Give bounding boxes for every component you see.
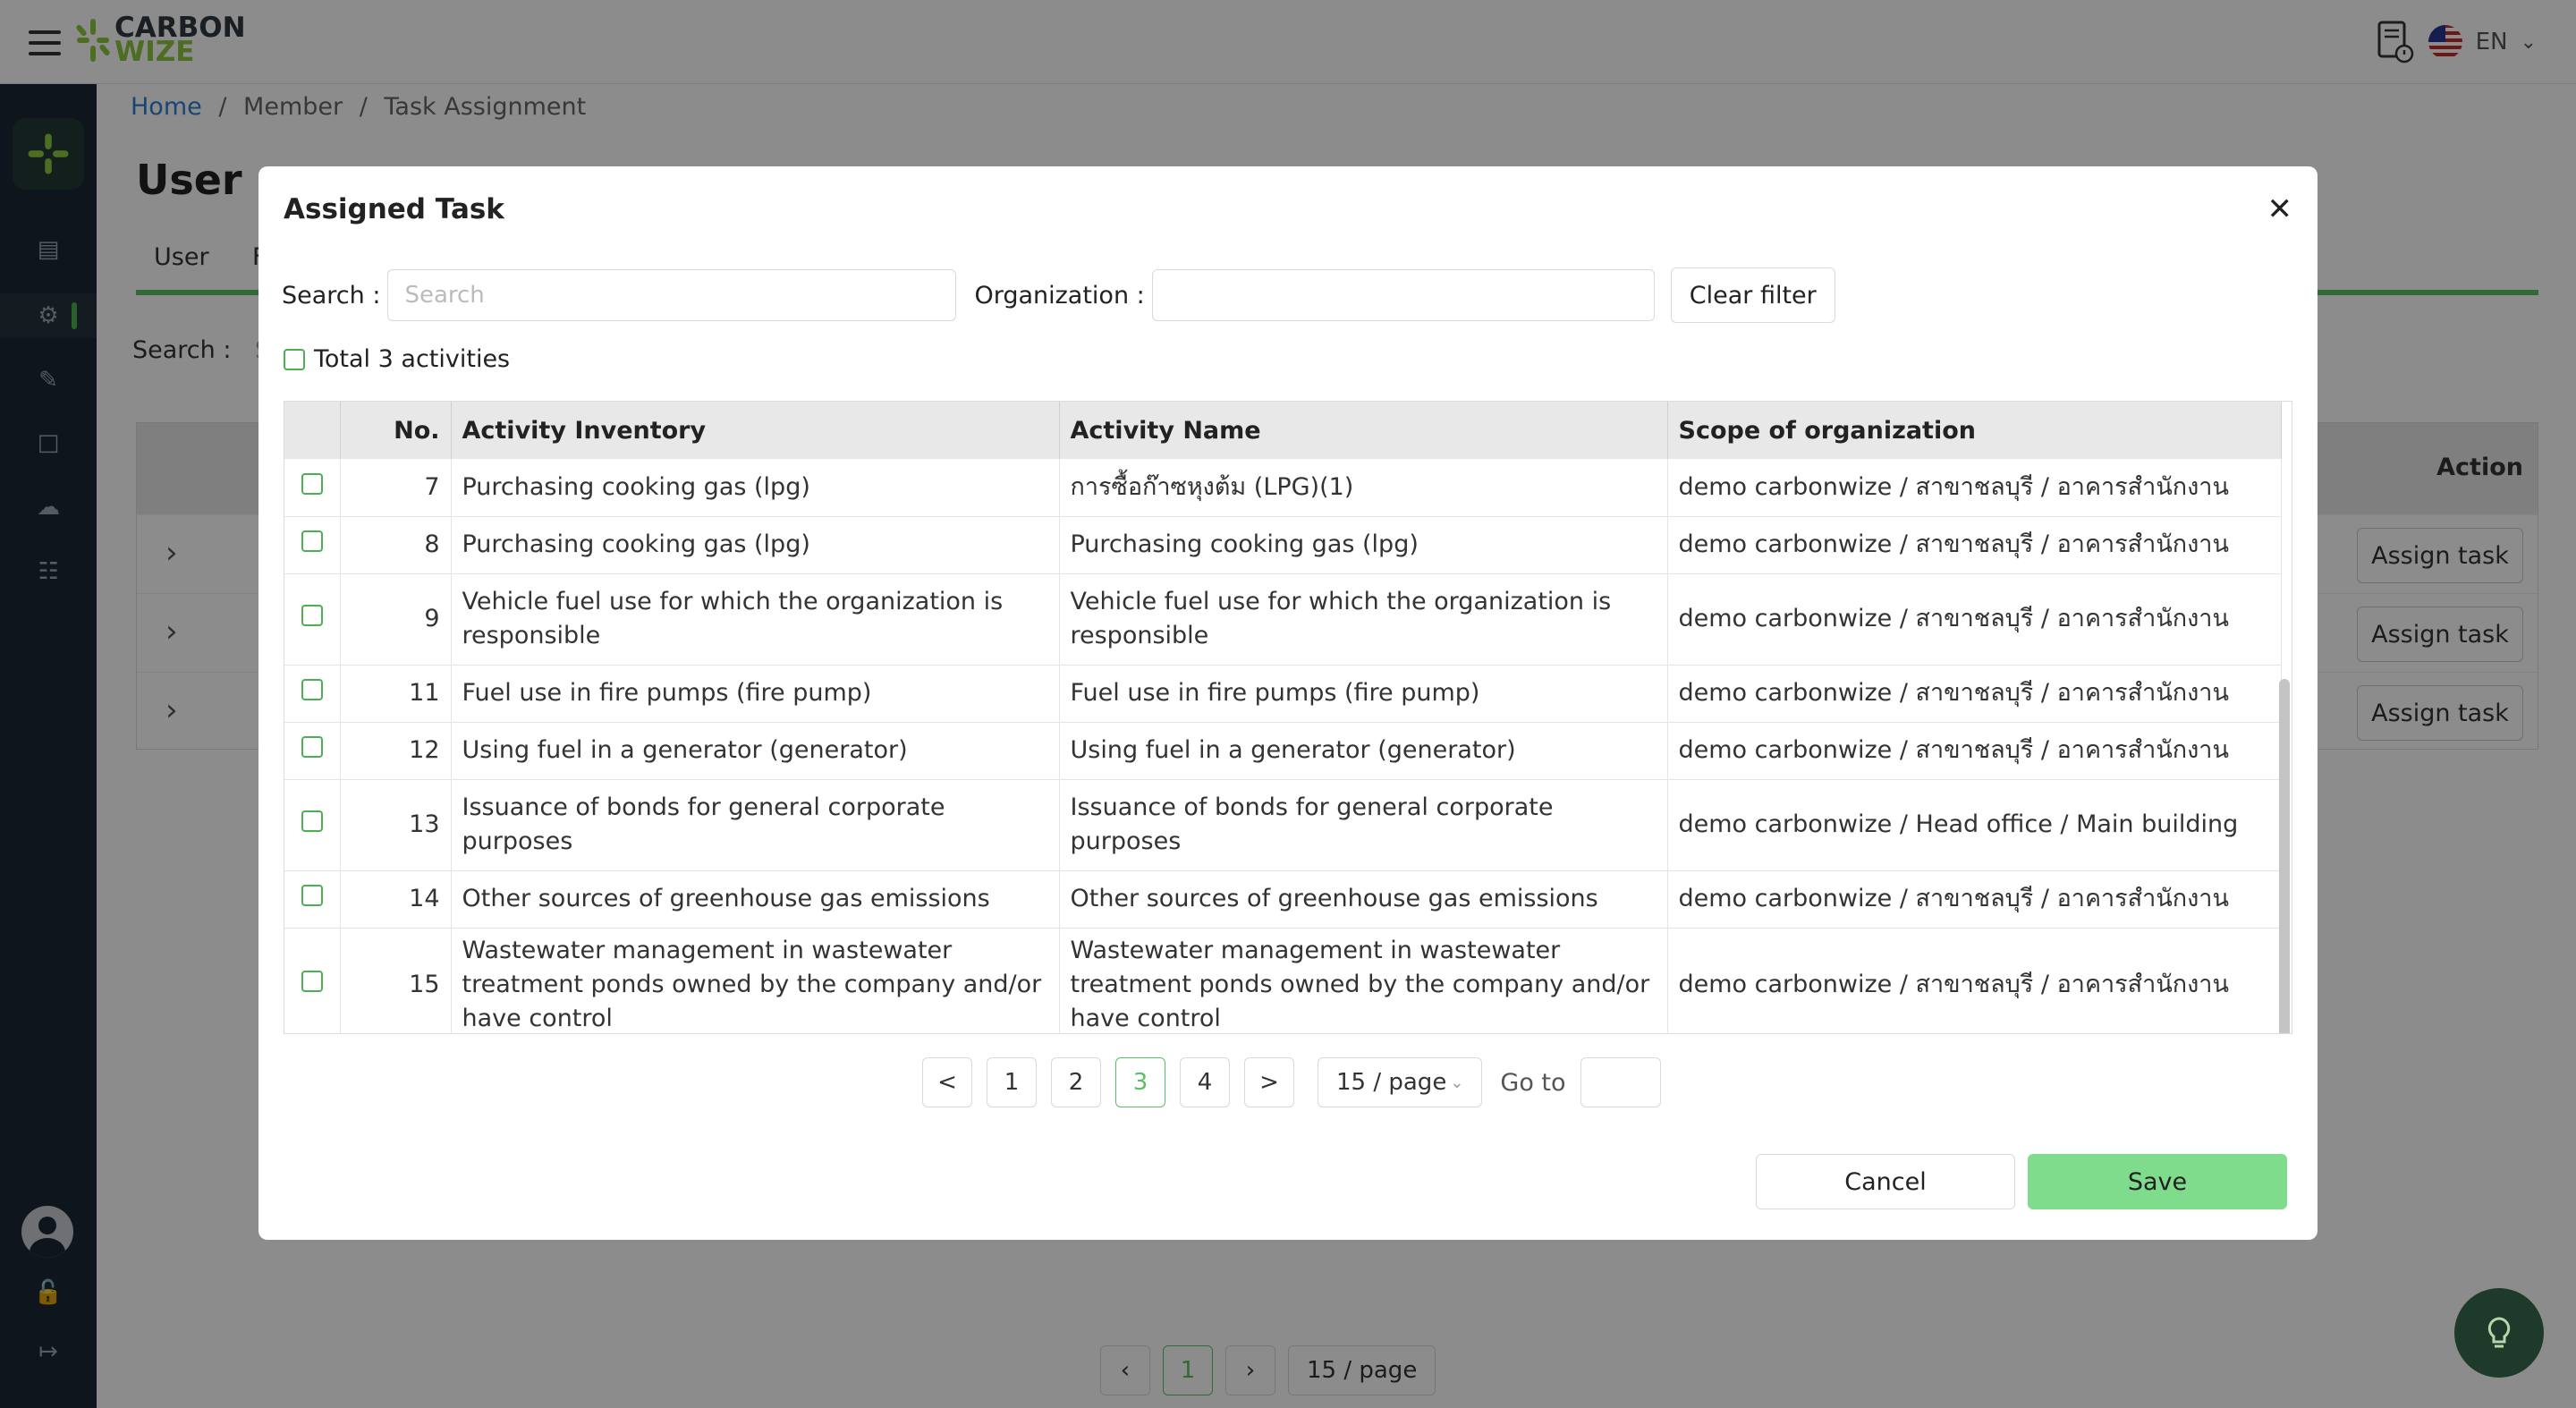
search-input[interactable] — [387, 269, 957, 321]
lightbulb-icon[interactable] — [2454, 1288, 2544, 1378]
column-header-no: No. — [340, 402, 452, 459]
row-number: 8 — [340, 516, 452, 574]
row-checkbox-input[interactable] — [301, 472, 323, 495]
scope-cell: demo carbonwize / สาขาชลบุรี / อาคารสำนั… — [1667, 665, 2282, 723]
row-checkbox-input[interactable] — [301, 970, 323, 992]
page-size-value: 15 / page — [1336, 1069, 1447, 1096]
organization-label: Organization : — [974, 281, 1145, 310]
select-all-row: Total 3 activities — [284, 345, 510, 373]
scope-cell: demo carbonwize / Head office / Main bui… — [1667, 779, 2282, 871]
table-header-row: No. Activity Inventory Activity Name Sco… — [284, 402, 2282, 459]
column-header-activity-inventory: Activity Inventory — [451, 402, 1060, 459]
table-row[interactable]: 9 Vehicle fuel use for which the organiza… — [284, 573, 2282, 666]
cancel-button[interactable]: Cancel — [1756, 1154, 2015, 1209]
scope-cell: demo carbonwize / สาขาชลบุรี / อาคารสำนั… — [1667, 722, 2282, 780]
select-all-checkbox[interactable] — [284, 348, 305, 370]
activity-inventory-cell: Purchasing cooking gas (lpg) — [451, 459, 1060, 517]
row-checkbox-input[interactable] — [301, 679, 323, 700]
row-number: 12 — [340, 722, 452, 780]
row-checkbox — [284, 928, 341, 1033]
activity-inventory-cell: Wastewater management in wastewater trea… — [451, 928, 1060, 1033]
row-checkbox-input[interactable] — [301, 605, 323, 626]
row-checkbox — [284, 573, 341, 666]
row-number: 9 — [340, 573, 452, 666]
row-checkbox — [284, 459, 341, 517]
activity-name-cell: Fuel use in fire pumps (fire pump) — [1059, 665, 1668, 723]
prev-page-button[interactable]: < — [922, 1057, 972, 1107]
assigned-task-modal: Assigned Task ✕ Search : Organization : … — [258, 166, 2318, 1240]
activity-inventory-cell: Issuance of bonds for general corporate … — [451, 779, 1060, 871]
filter-row: Search : Organization : Clear filter — [282, 267, 1835, 323]
activity-inventory-cell: Vehicle fuel use for which the organizat… — [451, 573, 1060, 666]
table-row[interactable]: 13 Issuance of bonds for general corporat… — [284, 779, 2282, 871]
row-checkbox — [284, 870, 341, 929]
activity-name-cell: Issuance of bonds for general corporate … — [1059, 779, 1668, 871]
row-checkbox-input[interactable] — [301, 736, 323, 758]
clear-filter-button[interactable]: Clear filter — [1670, 267, 1835, 323]
page-button-2[interactable]: 2 — [1051, 1057, 1101, 1107]
table-scrollbar[interactable] — [2279, 679, 2290, 1033]
row-number: 14 — [340, 870, 452, 929]
scope-cell: demo carbonwize / สาขาชลบุรี / อาคารสำนั… — [1667, 459, 2282, 517]
close-icon[interactable]: ✕ — [2267, 191, 2293, 227]
activity-name-cell: Vehicle fuel use for which the organizat… — [1059, 573, 1668, 666]
modal-pagination: < 1 2 3 4 > 15 / page ⌄ Go to — [922, 1057, 1661, 1107]
organization-select[interactable] — [1151, 269, 1655, 321]
activity-inventory-cell: Purchasing cooking gas (lpg) — [451, 516, 1060, 574]
save-button[interactable]: Save — [2028, 1154, 2287, 1209]
activity-name-cell: Purchasing cooking gas (lpg) — [1059, 516, 1668, 574]
row-checkbox-input[interactable] — [301, 885, 323, 906]
chevron-down-icon: ⌄ — [1450, 1073, 1464, 1092]
activity-name-cell: Using fuel in a generator (generator) — [1059, 722, 1668, 780]
total-activities-label: Total 3 activities — [314, 345, 511, 373]
activity-name-cell: Wastewater management in wastewater trea… — [1059, 928, 1668, 1033]
row-number: 15 — [340, 928, 452, 1033]
row-checkbox — [284, 516, 341, 574]
modal-title: Assigned Task — [284, 193, 504, 225]
row-checkbox-input[interactable] — [301, 810, 323, 832]
activity-inventory-cell: Fuel use in fire pumps (fire pump) — [451, 665, 1060, 723]
column-header-activity-name: Activity Name — [1059, 402, 1668, 459]
row-checkbox — [284, 665, 341, 723]
table-row[interactable]: 15 Wastewater management in wastewater tr… — [284, 928, 2282, 1033]
activity-inventory-cell: Using fuel in a generator (generator) — [451, 722, 1060, 780]
goto-label: Go to — [1500, 1068, 1566, 1097]
next-page-button[interactable]: > — [1244, 1057, 1294, 1107]
scope-cell: demo carbonwize / สาขาชลบุรี / อาคารสำนั… — [1667, 870, 2282, 929]
checkbox-header — [284, 402, 341, 459]
search-label: Search : — [282, 281, 381, 310]
activity-table: No. Activity Inventory Activity Name Sco… — [284, 401, 2292, 1034]
column-header-scope: Scope of organization — [1667, 402, 2282, 459]
table-row[interactable]: 14 Other sources of greenhouse gas emissi… — [284, 870, 2282, 929]
table-row[interactable]: 11 Fuel use in fire pumps (fire pump) Fuel… — [284, 665, 2282, 723]
scope-cell: demo carbonwize / สาขาชลบุรี / อาคารสำนั… — [1667, 573, 2282, 666]
page-size-select[interactable]: 15 / page ⌄ — [1318, 1057, 1483, 1107]
table-row[interactable]: 12 Using fuel in a generator (generator) U… — [284, 722, 2282, 780]
row-checkbox — [284, 779, 341, 871]
page-button-1[interactable]: 1 — [987, 1057, 1037, 1107]
activity-name-cell: การซื้อก๊าซหุงต้ม (LPG)(1) — [1059, 459, 1668, 517]
scope-cell: demo carbonwize / สาขาชลบุรี / อาคารสำนั… — [1667, 928, 2282, 1033]
activity-inventory-cell: Other sources of greenhouse gas emission… — [451, 870, 1060, 929]
page-button-4[interactable]: 4 — [1180, 1057, 1230, 1107]
activity-name-cell: Other sources of greenhouse gas emission… — [1059, 870, 1668, 929]
row-checkbox — [284, 722, 341, 780]
row-number: 11 — [340, 665, 452, 723]
row-number: 13 — [340, 779, 452, 871]
row-checkbox-input[interactable] — [301, 530, 323, 552]
table-row[interactable]: 8 Purchasing cooking gas (lpg) Purchasing … — [284, 516, 2282, 574]
table-row[interactable]: 7 Purchasing cooking gas (lpg) การซื้อก๊าซ… — [284, 459, 2282, 517]
row-number: 7 — [340, 459, 452, 517]
page-button-3[interactable]: 3 — [1115, 1057, 1165, 1107]
goto-input[interactable] — [1580, 1057, 1661, 1107]
scope-cell: demo carbonwize / สาขาชลบุรี / อาคารสำนั… — [1667, 516, 2282, 574]
